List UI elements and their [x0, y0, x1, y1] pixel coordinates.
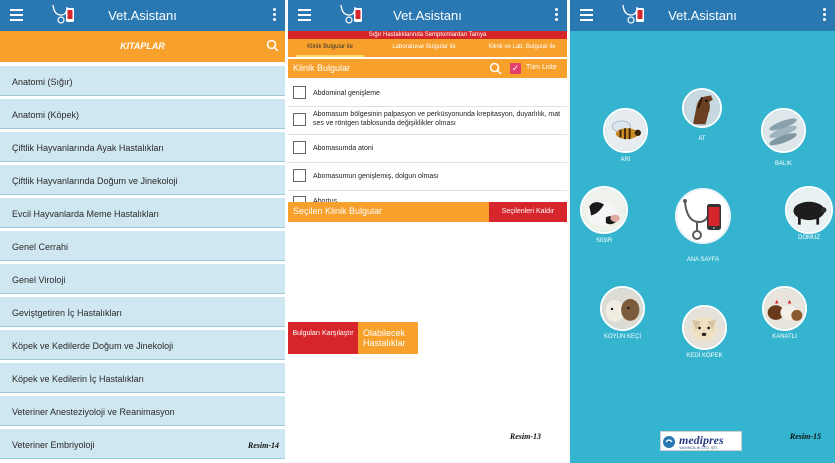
- finding-label: Abomasumun genişlemiş, dolgun olması: [313, 173, 439, 180]
- poultry-button[interactable]: [762, 286, 807, 331]
- figure-caption: Resim-13: [509, 432, 541, 441]
- sheep-goat-button[interactable]: [600, 286, 645, 331]
- screen-subtitle: Sığır Hastalıklarında Semptomlardan Tanı…: [288, 31, 567, 39]
- select-all-checkbox[interactable]: ✓: [510, 63, 521, 74]
- book-item[interactable]: Anatomi (Sığır): [0, 66, 285, 96]
- overflow-menu-icon[interactable]: [273, 8, 276, 22]
- selected-findings-title: Seçilen Klinik Bulgular: [293, 206, 383, 216]
- horse-label: AT: [698, 136, 706, 142]
- finding-checkbox[interactable]: [293, 113, 306, 126]
- app-bar: Vet.Asistanı: [570, 0, 835, 31]
- publisher-logo: medipres YAYINCILIK LTD. ŞTİ.: [660, 431, 742, 451]
- book-item[interactable]: Anatomi (Köpek): [0, 99, 285, 129]
- fish-label: BALIK: [774, 161, 792, 167]
- book-item[interactable]: Genel Viroloji: [0, 264, 285, 294]
- finding-label: Abomasum bölgesinin palpasyon ve perküsy…: [313, 111, 561, 127]
- tab-laboratory[interactable]: Laboratuvar Bulgular ile: [384, 39, 464, 57]
- fish-button[interactable]: [761, 108, 806, 153]
- figure-caption: Resim-15: [789, 432, 821, 441]
- cat-dog-label: KEDİ KÖPEK: [686, 353, 723, 359]
- publisher-subtitle: YAYINCILIK LTD. ŞTİ.: [679, 445, 719, 450]
- sheep-goat-label: KOYUN KEÇİ: [603, 334, 641, 340]
- stethoscope-phone-icon: [683, 199, 721, 240]
- overflow-menu-icon[interactable]: [555, 8, 558, 22]
- app-title: Vet.Asistanı: [393, 8, 462, 23]
- divider: [288, 106, 567, 107]
- finding-checkbox[interactable]: [293, 86, 306, 99]
- select-all-label: Tüm Liste: [526, 64, 557, 71]
- bee-icon: [605, 110, 646, 151]
- home-button[interactable]: [675, 188, 731, 244]
- clinical-findings-title: Klinik Bulgular: [293, 63, 351, 73]
- finding-checkbox[interactable]: [293, 141, 306, 154]
- selected-findings-header: Seçilen Klinik Bulgular Seçilenleri Kald…: [288, 202, 567, 222]
- books-screen: Vet.Asistanı KITAPLAR Anatomi (Sığır) An…: [0, 0, 285, 463]
- symptoms-screen: Vet.Asistanı Sığır Hastalıklarında Sempt…: [288, 0, 567, 463]
- app-title: Vet.Asistanı: [108, 8, 177, 23]
- cow-button[interactable]: [580, 186, 628, 234]
- tab-clinical[interactable]: Klinik Bulgular ile: [296, 39, 364, 57]
- finding-label: Abdominal genişleme: [313, 90, 380, 97]
- sheep-goat-icon: [602, 288, 643, 329]
- app-bar: Vet.Asistanı: [288, 0, 567, 31]
- divider: [288, 134, 567, 135]
- divider: [288, 190, 567, 191]
- books-list: Anatomi (Sığır) Anatomi (Köpek) Çiftlik …: [0, 66, 285, 462]
- poultry-icon: [764, 288, 805, 329]
- mode-tabs: Klinik Bulgular ile Laboratuvar Bulgular…: [288, 39, 567, 57]
- book-item[interactable]: Veteriner Anesteziyoloji ve Reanimasyon: [0, 396, 285, 426]
- overflow-menu-icon[interactable]: [823, 8, 826, 22]
- book-item[interactable]: Evcil Hayvanlarda Meme Hastalıkları: [0, 198, 285, 228]
- fish-icon: [763, 110, 804, 151]
- home-label: ANA SAYFA: [686, 257, 720, 263]
- horse-icon: [684, 90, 720, 126]
- book-item[interactable]: Çiftlik Hayvanlarında Ayak Hastalıkları: [0, 132, 285, 162]
- finding-checkbox[interactable]: [293, 169, 306, 182]
- cow-icon: [582, 188, 626, 232]
- pig-icon: [787, 188, 831, 232]
- app-bar: Vet.Asistanı: [0, 0, 285, 31]
- cow-label: SIGIR: [595, 238, 613, 244]
- clinical-findings-header: Klinik Bulgular ✓ Tüm Liste: [288, 59, 567, 78]
- books-title: KITAPLAR: [120, 41, 165, 51]
- poultry-label: KANATLI: [772, 334, 797, 340]
- pig-button[interactable]: [785, 186, 833, 234]
- compare-findings-button[interactable]: Bulguları Karşılaştır: [288, 322, 358, 354]
- cat-dog-icon: [684, 307, 725, 348]
- book-item[interactable]: Veteriner Embriyoloji: [0, 429, 285, 459]
- book-item[interactable]: Geviştgetiren İç Hastalıkları: [0, 297, 285, 327]
- remove-selected-button[interactable]: Seçilenleri Kaldır: [489, 202, 567, 222]
- search-icon[interactable]: [266, 39, 279, 52]
- finding-label: Abomasumda atoni: [313, 145, 374, 152]
- figure-caption: Resim-14: [247, 441, 279, 450]
- book-item[interactable]: Köpek ve Kedilerin İç Hastalıkları: [0, 363, 285, 393]
- possible-diseases-label: Olabilecek Hastalıklar: [358, 322, 418, 354]
- book-item[interactable]: Köpek ve Kedilerde Doğum ve Jinekoloji: [0, 330, 285, 360]
- cat-dog-button[interactable]: [682, 305, 727, 350]
- horse-button[interactable]: [682, 88, 722, 128]
- search-icon[interactable]: [489, 62, 502, 75]
- screenshot-root: Vet.Asistanı KITAPLAR Anatomi (Sığır) An…: [0, 0, 835, 463]
- pig-label: DOMUZ: [798, 235, 820, 241]
- animals-screen: Vet.Asistanı AT ARI BALIK SIGIR ANA SAYF…: [570, 0, 835, 463]
- book-item[interactable]: Genel Cerrahi: [0, 231, 285, 261]
- bee-button[interactable]: [603, 108, 648, 153]
- bee-label: ARI: [620, 157, 631, 163]
- action-row: Bulguları Karşılaştır Olabilecek Hastalı…: [288, 322, 567, 354]
- book-item[interactable]: Çiftlik Hayvanlarında Doğum ve Jinekoloj…: [0, 165, 285, 195]
- books-header: KITAPLAR: [0, 31, 285, 62]
- tab-clinical-lab[interactable]: Klinik ve Lab. Bulgular ile: [478, 39, 566, 57]
- app-title: Vet.Asistanı: [668, 8, 737, 23]
- divider: [288, 162, 567, 163]
